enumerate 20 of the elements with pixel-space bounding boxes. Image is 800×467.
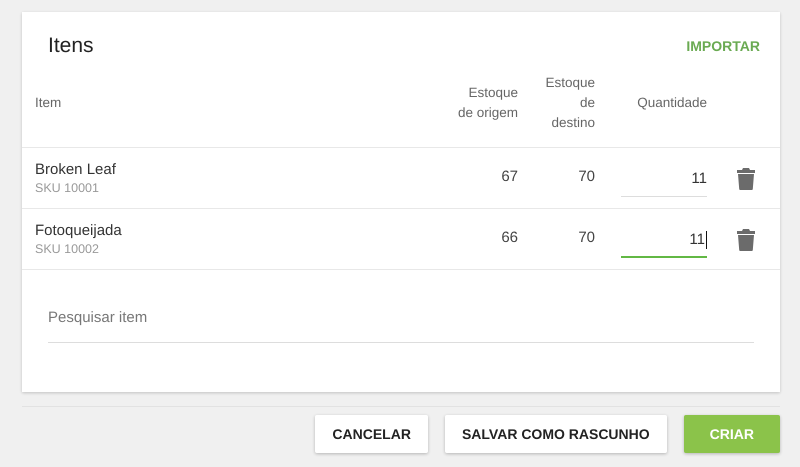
quantity-field[interactable]: 11 — [621, 229, 707, 258]
action-button[interactable]: SALVAR COMO RASCUNHO — [444, 415, 667, 453]
column-header: Quantidade — [637, 94, 707, 112]
table-cell-text: 67 — [501, 167, 518, 185]
card-title: Itens — [48, 34, 94, 58]
table-cell-text: 66 — [501, 228, 518, 246]
table-cell-text: 70 — [578, 167, 595, 185]
column-header: Estoque de destino — [544, 74, 595, 132]
action-button[interactable]: CANCELAR — [315, 415, 428, 453]
item-name: Broken Leaf — [35, 161, 116, 178]
quantity-field[interactable]: 11 — [621, 168, 707, 197]
delete-icon[interactable] — [736, 168, 754, 190]
search-field[interactable]: Pesquisar item — [48, 308, 754, 326]
column-header: Estoque de origem — [456, 84, 518, 122]
table-cell-text: 70 — [578, 228, 595, 246]
column-header: Item — [35, 94, 62, 112]
item-name: Fotoqueijada — [35, 222, 122, 239]
item-sku: SKU 10001 — [35, 181, 99, 195]
delete-icon[interactable] — [736, 229, 754, 251]
item-sku: SKU 10002 — [35, 242, 99, 256]
